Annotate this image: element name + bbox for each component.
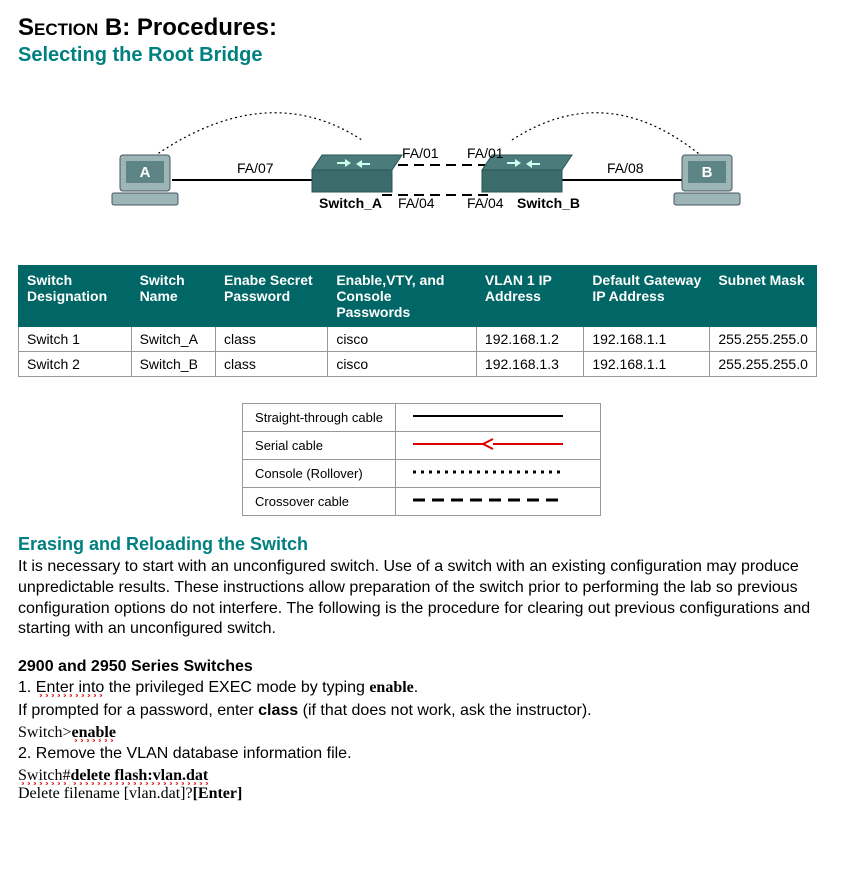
- cmd-delete-confirm: Delete filename [vlan.dat]?[Enter]: [18, 785, 825, 803]
- serial-cable-icon: [395, 432, 600, 460]
- section-title: Section B: Procedures:: [18, 14, 825, 42]
- legend-straight-label: Straight-through cable: [243, 404, 396, 432]
- th-designation: Switch Designation: [19, 266, 132, 327]
- straight-cable-icon: [395, 404, 600, 432]
- cmd-delete: Switch#delete flash:vlan.dat: [18, 767, 825, 785]
- th-name: Switch Name: [131, 266, 215, 327]
- th-ip: VLAN 1 IP Address: [476, 266, 583, 327]
- fa04a-label: FA/04: [398, 195, 435, 211]
- fa01b-label: FA/01: [467, 145, 504, 161]
- table-row: Switch 1 Switch_A class cisco 192.168.1.…: [19, 327, 817, 352]
- fa07-label: FA/07: [237, 160, 274, 176]
- legend-serial-label: Serial cable: [243, 432, 396, 460]
- pc-b-label: B: [701, 164, 712, 181]
- th-passwords: Enable,VTY, and Console Passwords: [328, 266, 477, 327]
- th-secret: Enabe Secret Password: [215, 266, 327, 327]
- series-heading: 2900 and 2950 Series Switches: [18, 658, 825, 676]
- network-diagram: A B FA/07 FA/08 FA/01 FA/01 FA/04 FA/04 …: [18, 85, 825, 245]
- step-1-hint: If prompted for a password, enter class …: [18, 701, 825, 722]
- console-cable-icon: [395, 460, 600, 488]
- legend-console-label: Console (Rollover): [243, 460, 396, 488]
- switch-b-label: Switch_B: [517, 195, 580, 211]
- fa01a-label: FA/01: [402, 145, 439, 161]
- title-prefix: S: [18, 14, 34, 41]
- erasing-body: It is necessary to start with an unconfi…: [18, 557, 825, 640]
- legend-crossover-label: Crossover cable: [243, 488, 396, 516]
- pc-b-icon: B: [674, 155, 740, 205]
- erasing-heading: Erasing and Reloading the Switch: [18, 534, 825, 555]
- switch-config-table: Switch Designation Switch Name Enabe Sec…: [18, 265, 817, 377]
- step-2: 2. Remove the VLAN database information …: [18, 744, 825, 765]
- crossover-cable-icon: [395, 488, 600, 516]
- pc-a-label: A: [139, 164, 150, 181]
- step-1: 1. Enter into the privileged EXEC mode b…: [18, 678, 825, 699]
- pc-a-icon: A: [112, 155, 178, 205]
- title-rest: ection: [34, 14, 98, 41]
- subtitle: Selecting the Root Bridge: [18, 44, 825, 67]
- fa04b-label: FA/04: [467, 195, 504, 211]
- cmd-enable: Switch>enable: [18, 724, 825, 742]
- cable-legend: Straight-through cable Serial cable Cons…: [242, 403, 601, 516]
- fa08-label: FA/08: [607, 160, 644, 176]
- switch-a-icon: [312, 155, 402, 192]
- title-suffix: B: Procedures:: [98, 14, 277, 41]
- switch-a-label: Switch_A: [319, 195, 382, 211]
- th-mask: Subnet Mask: [710, 266, 817, 327]
- th-gw: Default Gateway IP Address: [584, 266, 710, 327]
- topology-svg: A B FA/07 FA/08 FA/01 FA/01 FA/04 FA/04 …: [62, 85, 782, 245]
- table-row: Switch 2 Switch_B class cisco 192.168.1.…: [19, 352, 817, 377]
